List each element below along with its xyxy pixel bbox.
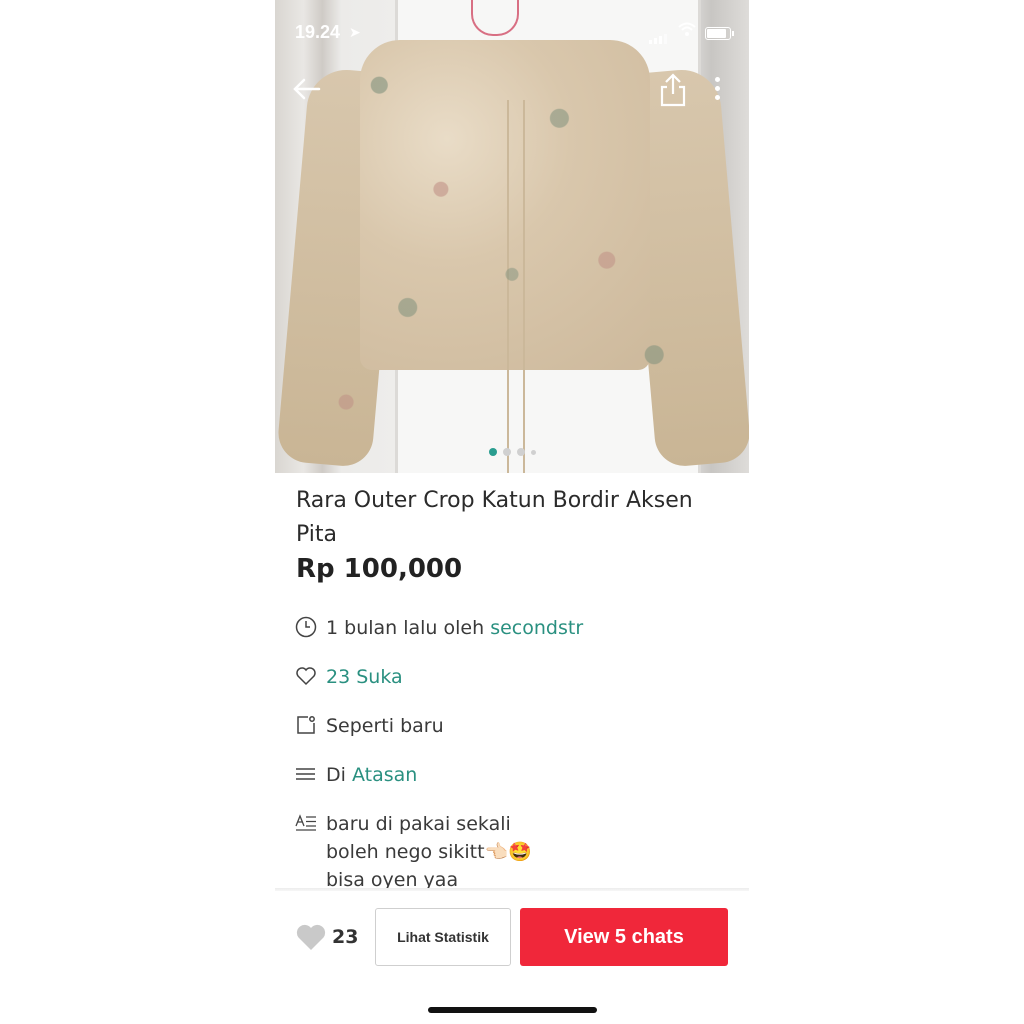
- photo-blouse: [360, 40, 650, 370]
- tag-icon: [295, 714, 317, 736]
- back-arrow-icon[interactable]: [289, 72, 323, 106]
- signal-icon: [649, 26, 669, 44]
- description-line: boleh nego sikitt👈🏻🤩: [326, 841, 532, 863]
- carousel-dot[interactable]: [516, 448, 525, 456]
- battery-icon: [705, 27, 731, 40]
- bottom-bar-divider: [275, 888, 749, 891]
- carousel-dot[interactable]: [488, 448, 497, 456]
- like-count: 23: [332, 926, 359, 948]
- description-text: baru di pakai sekali boleh nego sikitt👈🏻…: [326, 810, 532, 894]
- view-chats-button[interactable]: View 5 chats: [520, 908, 728, 966]
- heart-outline-icon: [295, 665, 317, 687]
- status-bar: 19.24 ➤: [275, 22, 749, 46]
- clock-icon: [295, 616, 317, 638]
- condition-text: Seperti baru: [326, 715, 444, 737]
- more-options-icon[interactable]: [707, 74, 727, 106]
- status-time: 19.24: [295, 22, 341, 42]
- posted-time: 1 bulan lalu oleh: [326, 617, 491, 639]
- seller-link[interactable]: secondstr: [490, 617, 583, 639]
- home-indicator[interactable]: [428, 1007, 597, 1013]
- likes-link[interactable]: 23 Suka: [326, 663, 403, 691]
- carousel-dot[interactable]: [530, 450, 536, 455]
- photo-ties: [507, 100, 525, 473]
- product-screen: 19.24 ➤ Rara Outer Crop Katun Bordir Aks…: [275, 0, 749, 1024]
- list-icon: [295, 763, 317, 785]
- carousel-dot[interactable]: [502, 448, 511, 456]
- description-line: baru di pakai sekali: [326, 813, 511, 835]
- product-title: Rara Outer Crop Katun Bordir Aksen Pita: [296, 488, 693, 547]
- carousel-indicator: [275, 448, 749, 456]
- like-button[interactable]: 23: [295, 918, 365, 958]
- description-icon: [295, 812, 317, 834]
- battery-tip: [732, 31, 734, 36]
- view-statistics-button[interactable]: Lihat Statistik: [375, 908, 511, 966]
- category-link[interactable]: Atasan: [352, 764, 417, 786]
- product-photo[interactable]: 19.24 ➤: [275, 0, 749, 473]
- heart-icon: [296, 924, 326, 950]
- share-icon[interactable]: [657, 72, 689, 108]
- location-arrow-icon: ➤: [349, 24, 361, 40]
- product-price: Rp 100,000: [296, 554, 463, 584]
- category-prefix: Di: [326, 764, 352, 786]
- wifi-icon: [678, 22, 696, 43]
